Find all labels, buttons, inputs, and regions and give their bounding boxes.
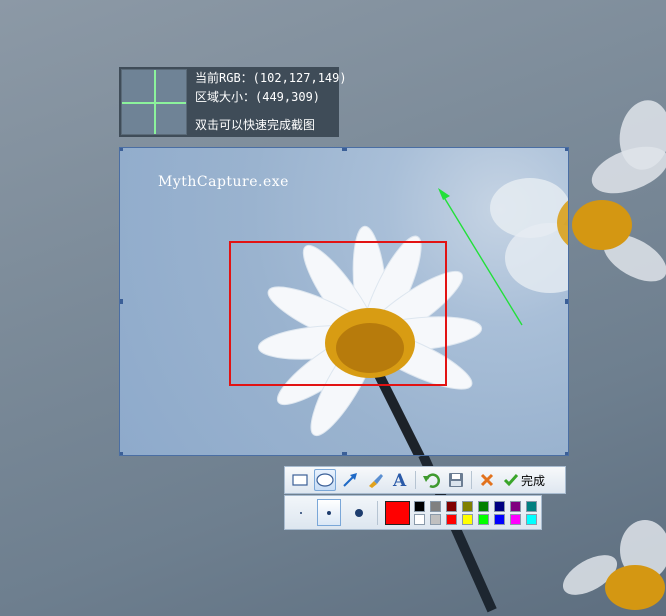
pen-size-medium[interactable] <box>317 499 341 526</box>
done-button-label: 完成 <box>521 473 546 488</box>
palette-separator <box>377 501 378 525</box>
arrow-icon <box>343 473 357 487</box>
undo-tool-button[interactable] <box>420 469 442 491</box>
color-swatch[interactable] <box>510 501 521 512</box>
color-swatch[interactable] <box>526 514 537 525</box>
resize-handle-bottom-left[interactable] <box>120 452 123 455</box>
resize-handle-top[interactable] <box>342 148 347 151</box>
color-swatch[interactable] <box>494 514 505 525</box>
dot-icon <box>300 511 302 514</box>
done-button[interactable]: 完成 <box>503 472 545 489</box>
resize-handle-bottom-right[interactable] <box>565 452 568 455</box>
color-swatch[interactable] <box>462 501 473 512</box>
rectangle-icon <box>292 474 308 486</box>
color-swatch[interactable] <box>430 501 441 512</box>
close-icon <box>480 473 494 487</box>
pen-size-large[interactable] <box>347 499 371 526</box>
color-swatch[interactable] <box>414 514 425 525</box>
color-swatch[interactable] <box>478 501 489 512</box>
dot-icon <box>355 508 363 517</box>
color-swatch[interactable] <box>478 514 489 525</box>
resize-handle-top-right[interactable] <box>565 148 568 151</box>
cancel-tool-button[interactable] <box>476 469 498 491</box>
resize-handle-top-left[interactable] <box>120 148 123 151</box>
dot-icon <box>327 510 331 515</box>
brush-tool-button[interactable] <box>364 469 386 491</box>
color-swatch[interactable] <box>430 514 441 525</box>
ellipse-icon <box>316 473 334 487</box>
resize-handle-bottom[interactable] <box>342 452 347 455</box>
rectangle-tool-button[interactable] <box>289 469 311 491</box>
crosshair-vertical <box>154 70 156 134</box>
arrow-tool-button[interactable] <box>339 469 361 491</box>
ellipse-tool-button[interactable] <box>314 469 336 491</box>
pen-size-small[interactable] <box>289 499 313 526</box>
magnifier-preview <box>121 69 187 135</box>
hint-text: 双击可以快速完成截图 <box>195 118 316 132</box>
capture-info-panel: 当前RGB：(102,127,149) 区域大小：(449,309) 双击可以快… <box>119 67 347 137</box>
watermark-text: MythCapture.exe <box>158 174 289 190</box>
current-color-swatch <box>385 501 410 525</box>
toolbar-separator <box>471 471 472 489</box>
color-swatch[interactable] <box>446 501 457 512</box>
annotation-rectangle[interactable] <box>229 241 447 386</box>
text-tool-button[interactable]: A <box>389 469 411 491</box>
annotation-toolbar: A 完成 <box>284 466 566 494</box>
color-swatch[interactable] <box>510 514 521 525</box>
save-icon <box>449 473 463 487</box>
style-palette <box>284 495 542 530</box>
capture-selection[interactable]: MythCapture.exe <box>119 147 569 456</box>
text-icon: A <box>392 471 407 489</box>
color-swatch[interactable] <box>494 501 505 512</box>
resize-handle-right[interactable] <box>565 299 568 304</box>
svg-text:A: A <box>392 471 407 489</box>
toolbar-separator <box>415 471 416 489</box>
save-tool-button[interactable] <box>445 469 467 491</box>
color-swatch[interactable] <box>526 501 537 512</box>
color-swatch[interactable] <box>414 501 425 512</box>
rgb-readout: 当前RGB：(102,127,149) <box>195 71 347 85</box>
color-swatch[interactable] <box>462 514 473 525</box>
color-swatch[interactable] <box>446 514 457 525</box>
checkmark-icon <box>503 474 519 487</box>
resize-handle-left[interactable] <box>120 299 123 304</box>
size-readout: 区域大小：(449,309) <box>195 90 321 104</box>
brush-icon <box>369 474 383 488</box>
undo-icon <box>423 473 440 488</box>
